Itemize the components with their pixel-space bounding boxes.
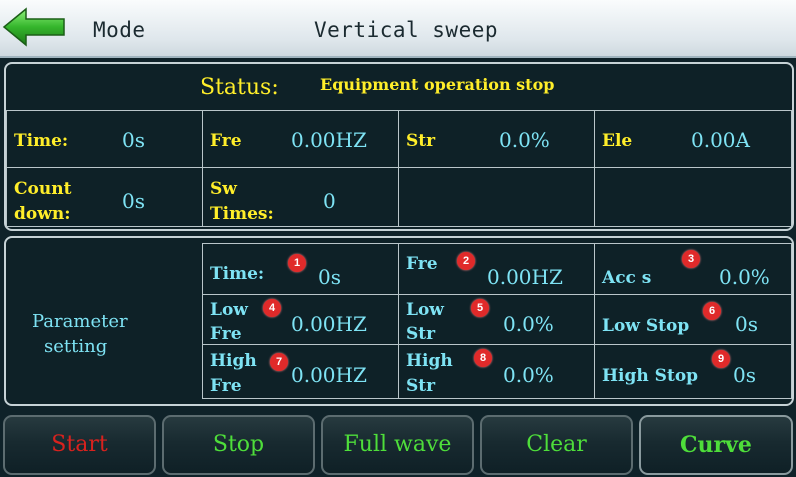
param-index-badge: 6 [703, 302, 721, 320]
time-label: Time: [14, 131, 69, 151]
param-high-fre-label-line1: High [210, 351, 257, 371]
param-high-fre-label-line2: Fre [210, 376, 242, 396]
param-index-badge: 1 [288, 254, 306, 272]
stop-button[interactable]: Stop [162, 415, 315, 475]
param-index-badge: 4 [263, 299, 281, 317]
countdown-cell: Count down: 0s [6, 167, 203, 227]
param-low-fre-field[interactable]: Low Fre 4 0.00HZ [202, 294, 399, 345]
param-low-str-value: 0.0% [503, 312, 554, 336]
param-low-stop-label: Low Stop [602, 316, 690, 336]
str-label: Str [406, 131, 436, 151]
mode-label: Mode [93, 18, 146, 42]
param-acc-value: 0.0% [719, 265, 770, 289]
param-index-badge: 3 [682, 250, 700, 268]
countdown-value: 0s [122, 189, 145, 213]
param-fre-field[interactable]: Fre 2 0.00HZ [398, 243, 595, 295]
parameter-panel: Parameter setting Time: 1 0s Fre 2 0.00H… [4, 236, 794, 406]
sw-times-label-line1: Sw [210, 179, 237, 199]
ele-cell: Ele 0.00A [594, 110, 792, 168]
fre-value: 0.00HZ [291, 128, 367, 152]
time-value: 0s [122, 128, 145, 152]
param-high-str-label-line2: Str [406, 376, 436, 396]
countdown-label-line2: down: [14, 204, 71, 224]
back-button[interactable] [2, 6, 66, 48]
full-wave-button[interactable]: Full wave [321, 415, 474, 475]
param-fre-value: 0.00HZ [487, 265, 563, 289]
param-high-fre-field[interactable]: High Fre 7 0.00HZ [202, 344, 399, 399]
sw-times-cell: Sw Times: 0 [202, 167, 399, 227]
status-text: Equipment operation stop [320, 75, 555, 94]
start-button[interactable]: Start [3, 415, 156, 475]
fre-cell: Fre 0.00HZ [202, 110, 399, 168]
param-acc-field[interactable]: Acc s 3 0.0% [594, 243, 792, 295]
param-high-stop-label: High Stop [602, 366, 699, 386]
param-low-fre-label-line2: Fre [210, 324, 242, 344]
param-acc-label: Acc s [602, 268, 652, 288]
clear-button[interactable]: Clear [480, 415, 633, 475]
param-low-fre-label-line1: Low [210, 300, 248, 320]
param-index-badge: 5 [471, 299, 489, 317]
status-panel: Status: Equipment operation stop Time: 0… [4, 62, 794, 231]
curve-button[interactable]: Curve [639, 415, 793, 475]
param-time-label: Time: [210, 264, 265, 284]
status-label: Status: [200, 75, 279, 100]
ele-label: Ele [602, 131, 633, 151]
param-high-str-label-line1: High [406, 351, 453, 371]
param-index-badge: 7 [270, 353, 288, 371]
empty-cell [594, 167, 792, 227]
param-low-str-label-line2: Str [406, 324, 436, 344]
param-index-badge: 2 [457, 252, 475, 270]
str-cell: Str 0.0% [398, 110, 595, 168]
time-cell: Time: 0s [6, 110, 203, 168]
status-header: Status: Equipment operation stop [6, 64, 792, 111]
parameter-setting-line1: Parameter [32, 311, 128, 332]
param-index-badge: 9 [712, 350, 730, 368]
param-high-str-value: 0.0% [503, 363, 554, 387]
param-fre-label: Fre [406, 254, 438, 274]
fre-label: Fre [210, 131, 242, 151]
empty-cell [398, 167, 595, 227]
parameter-setting-line2: setting [44, 336, 108, 357]
param-high-stop-value: 0s [733, 363, 756, 387]
countdown-label-line1: Count [14, 179, 72, 199]
parameter-setting-caption: Parameter setting [6, 238, 202, 404]
param-low-fre-value: 0.00HZ [291, 312, 367, 336]
back-arrow-icon [2, 7, 65, 47]
sw-times-label-line2: Times: [210, 204, 274, 224]
param-high-stop-field[interactable]: High Stop 9 0s [594, 344, 792, 399]
param-high-fre-value: 0.00HZ [291, 363, 367, 387]
param-high-str-field[interactable]: High Str 8 0.0% [398, 344, 595, 399]
param-low-stop-field[interactable]: Low Stop 6 0s [594, 294, 792, 345]
param-low-str-label-line1: Low [406, 300, 444, 320]
param-index-badge: 8 [474, 349, 492, 367]
param-low-str-field[interactable]: Low Str 5 0.0% [398, 294, 595, 345]
ele-value: 0.00A [691, 128, 750, 152]
title-bar: Mode Vertical sweep [0, 0, 796, 58]
sw-times-value: 0 [323, 189, 336, 213]
str-value: 0.0% [499, 128, 550, 152]
param-time-value: 0s [318, 265, 341, 289]
page-title: Vertical sweep [314, 18, 499, 42]
param-low-stop-value: 0s [735, 312, 758, 336]
param-time-field[interactable]: Time: 1 0s [202, 243, 399, 295]
